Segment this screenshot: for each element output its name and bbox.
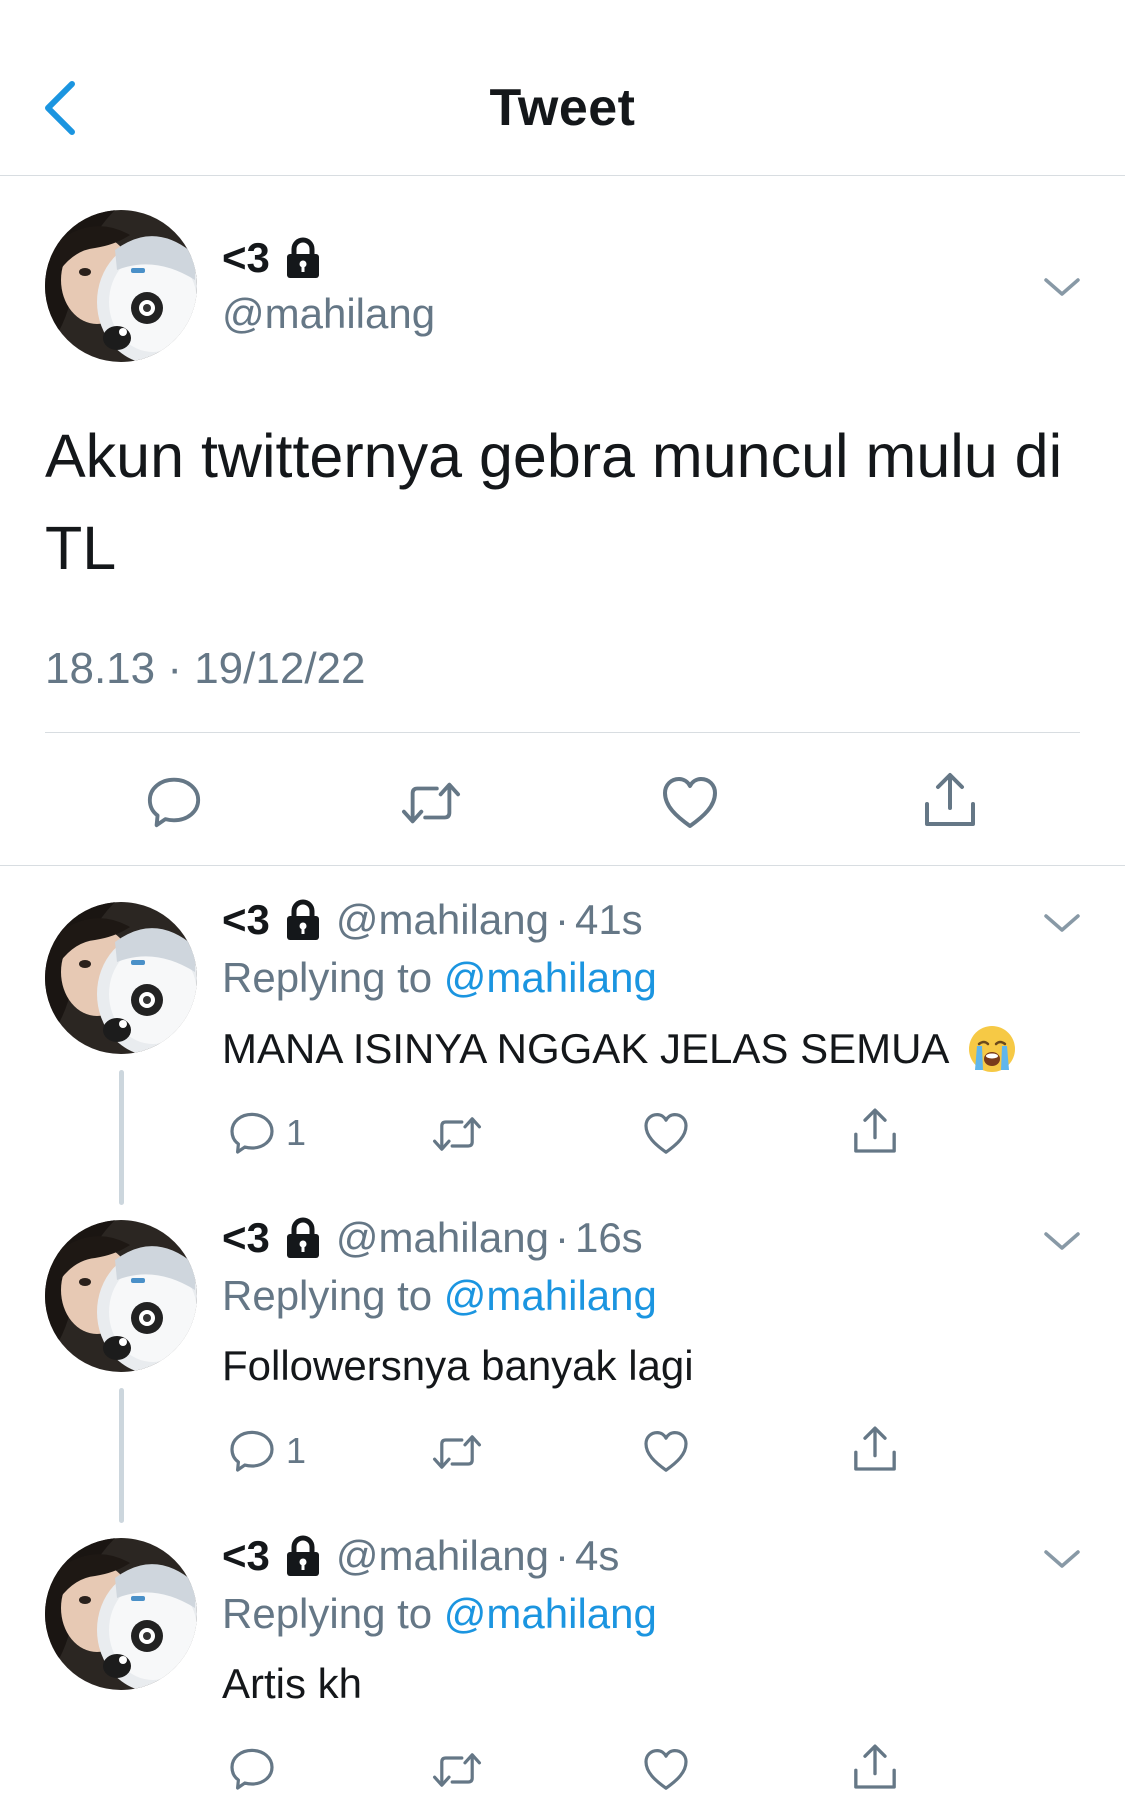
reply-time: 41s <box>574 896 643 943</box>
replying-to: Replying to @mahilang <box>222 1590 657 1638</box>
separator-dot: · <box>554 1214 569 1261</box>
page-title: Tweet <box>489 79 636 137</box>
reply-text-row: MANA ISINYA NGGAK JELAS SEMUA <box>222 1024 1017 1074</box>
replying-to: Replying to @mahilang <box>222 954 657 1002</box>
avatar[interactable] <box>45 902 197 1054</box>
reply-count: 1 <box>286 1430 307 1471</box>
display-name[interactable]: <3 <box>222 1214 270 1262</box>
lock-icon <box>284 237 322 279</box>
avatar[interactable] <box>45 1220 197 1372</box>
reply-icon[interactable] <box>228 1426 276 1474</box>
chevron-down-icon[interactable] <box>1042 908 1082 938</box>
replying-to-link[interactable]: @mahilang <box>444 954 657 1001</box>
tweet-action-bar <box>0 760 1125 870</box>
avatar[interactable] <box>45 1538 197 1690</box>
share-icon[interactable] <box>850 1106 900 1156</box>
share-icon[interactable] <box>920 770 980 830</box>
loudly-crying-face-icon <box>967 1024 1017 1074</box>
handle[interactable]: @mahilang <box>222 290 435 338</box>
lock-icon <box>284 1535 322 1577</box>
reply-time: 16s <box>574 1214 643 1261</box>
divider <box>45 732 1080 733</box>
replying-prefix: Replying to <box>222 954 433 1001</box>
reply-icon[interactable] <box>145 772 203 830</box>
separator-dot: · <box>554 1532 569 1579</box>
retweet-icon[interactable] <box>430 1428 484 1476</box>
reply-time: 4s <box>574 1532 620 1579</box>
tweet-timestamp: 18.13 · 19/12/22 <box>45 644 366 693</box>
separator-dot: · <box>554 896 569 943</box>
display-name[interactable]: <3 <box>222 234 322 282</box>
handle[interactable]: @mahilang <box>336 896 549 944</box>
reply-text-row: Followersnya banyak lagi <box>222 1342 694 1390</box>
retweet-icon[interactable] <box>398 774 464 832</box>
like-icon[interactable] <box>642 1746 690 1792</box>
reply-header: <3 @mahilang · 41s <box>222 896 643 944</box>
handle[interactable]: @mahilang <box>336 1532 549 1580</box>
replying-to-link[interactable]: @mahilang <box>444 1590 657 1637</box>
display-name[interactable]: <3 <box>222 1532 270 1580</box>
like-icon[interactable] <box>660 774 720 830</box>
handle[interactable]: @mahilang <box>336 1214 549 1262</box>
retweet-icon[interactable] <box>430 1746 484 1794</box>
chevron-down-icon[interactable] <box>1042 1226 1082 1256</box>
replying-to-link[interactable]: @mahilang <box>444 1272 657 1319</box>
reply-text: MANA ISINYA NGGAK JELAS SEMUA <box>222 1025 950 1072</box>
retweet-icon[interactable] <box>430 1110 484 1158</box>
reply-text: Followersnya banyak lagi <box>222 1342 694 1389</box>
avatar[interactable] <box>45 210 197 362</box>
display-name-text[interactable]: <3 <box>222 234 270 282</box>
reply-header: <3 @mahilang · 4s <box>222 1532 619 1580</box>
reply-text: Artis kh <box>222 1660 363 1707</box>
reply-icon[interactable] <box>228 1108 276 1156</box>
reply-header: <3 @mahilang · 16s <box>222 1214 643 1262</box>
like-icon[interactable] <box>642 1110 690 1156</box>
reply-action-bar <box>0 1732 1125 1802</box>
share-icon[interactable] <box>850 1424 900 1474</box>
reply-count: 1 <box>286 1112 307 1153</box>
top-navigation-bar: Tweet <box>0 0 1125 176</box>
replying-to: Replying to @mahilang <box>222 1272 657 1320</box>
divider <box>0 865 1125 866</box>
replying-prefix: Replying to <box>222 1272 433 1319</box>
reply-icon[interactable] <box>228 1744 276 1792</box>
chevron-down-icon[interactable] <box>1042 272 1082 302</box>
display-name[interactable]: <3 <box>222 896 270 944</box>
share-icon[interactable] <box>850 1742 900 1792</box>
lock-icon <box>284 899 322 941</box>
chevron-down-icon[interactable] <box>1042 1544 1082 1574</box>
tweet-text: Akun twitternya gebra muncul mulu di TL <box>45 422 1063 582</box>
reply-text-row: Artis kh <box>222 1660 362 1708</box>
like-icon[interactable] <box>642 1428 690 1474</box>
reply-action-bar: 1 <box>0 1414 1125 1484</box>
replying-prefix: Replying to <box>222 1590 433 1637</box>
reply-action-bar: 1 <box>0 1096 1125 1166</box>
lock-icon <box>284 1217 322 1259</box>
